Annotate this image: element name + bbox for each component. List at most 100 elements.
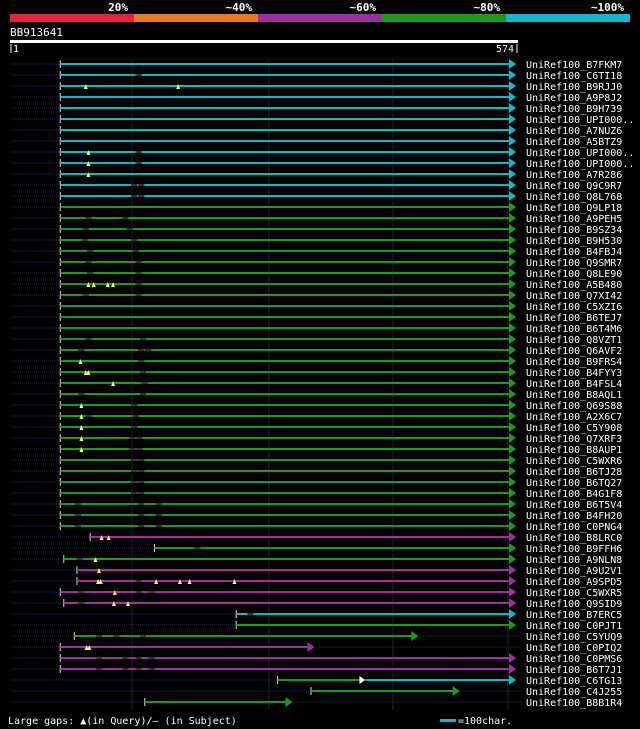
hit-row[interactable]: UniRef100_Q9LP18	[12, 202, 622, 214]
hit-label[interactable]: UniRef100_Q7XRF3	[526, 434, 622, 445]
hit-row[interactable]: UniRef100_B7FKM7	[12, 59, 622, 71]
hit-label[interactable]: UniRef100_UPI000..	[526, 115, 634, 126]
hit-row[interactable]: UniRef100_C5Y908	[12, 422, 622, 434]
hit-label[interactable]: UniRef100_C6TG13	[526, 676, 622, 687]
hit-label[interactable]: UniRef100_A9P8J2	[526, 93, 622, 104]
hit-label[interactable]: UniRef100_A9PEH5	[526, 214, 622, 225]
hit-row[interactable]: UniRef100_A9U2V1	[12, 565, 622, 577]
hit-row[interactable]: UniRef100_B4FH20	[12, 510, 622, 522]
hit-row[interactable]: UniRef100_Q69S88	[12, 400, 622, 412]
hit-label[interactable]: UniRef100_C6TI18	[526, 71, 622, 82]
hit-label[interactable]: UniRef100_Q8VZT1	[526, 335, 622, 346]
hit-label[interactable]: UniRef100_Q8L768	[526, 192, 622, 203]
hit-row[interactable]: UniRef100_A9NLN8	[12, 554, 622, 566]
hit-row[interactable]: UniRef100_Q9C9R7	[12, 180, 622, 192]
hit-label[interactable]: UniRef100_C0PIQ2	[526, 643, 622, 654]
hit-label[interactable]: UniRef100_B8B1R4	[526, 698, 622, 709]
hit-label[interactable]: UniRef100_B6T5V4	[526, 500, 622, 511]
hit-label[interactable]: UniRef100_B4G1F8	[526, 489, 622, 500]
hit-label[interactable]: UniRef100_B6T7J1	[526, 665, 622, 676]
hit-row[interactable]: UniRef100_C0PJT1	[12, 620, 622, 632]
hit-row[interactable]: UniRef100_C6TG13	[12, 675, 622, 687]
hit-label[interactable]: UniRef100_A7NUZ6	[526, 126, 622, 137]
hit-row[interactable]: UniRef100_B6TQ27	[12, 477, 622, 489]
hit-label[interactable]: UniRef100_C4J255	[526, 687, 622, 698]
hit-row[interactable]: UniRef100_B6TJ28	[12, 466, 622, 478]
hit-label[interactable]: UniRef100_C5YUQ9	[526, 632, 622, 643]
hit-row[interactable]: UniRef100_Q8VZT1	[12, 334, 622, 346]
hit-row[interactable]: UniRef100_B6T7J1	[12, 664, 622, 676]
hit-row[interactable]: UniRef100_C5XZI6	[12, 301, 622, 313]
hit-row[interactable]: UniRef100_B8LRC0	[12, 532, 622, 544]
hit-row[interactable]: UniRef100_C5YUQ9	[12, 631, 622, 643]
hit-label[interactable]: UniRef100_B4FBJ4	[526, 247, 622, 258]
hit-label[interactable]: UniRef100_B7ERC5	[526, 610, 622, 621]
hit-row[interactable]: UniRef100_A2X6C7	[12, 411, 622, 423]
hit-label[interactable]: UniRef100_B4FH20	[526, 511, 622, 522]
hit-label[interactable]: UniRef100_A2X6C7	[526, 412, 622, 423]
hit-label[interactable]: UniRef100_B9RJJ0	[526, 82, 622, 93]
hit-row[interactable]: UniRef100_C4J255	[12, 686, 622, 698]
hit-row[interactable]: UniRef100_B8B1R4	[12, 697, 622, 709]
hit-label[interactable]: UniRef100_B8AUP1	[526, 445, 622, 456]
hit-label[interactable]: UniRef100_A5BTZ9	[526, 137, 622, 148]
hit-label[interactable]: UniRef100_Q9SMR7	[526, 258, 622, 269]
hit-row[interactable]: UniRef100_B6T5V4	[12, 499, 622, 511]
hit-row[interactable]: UniRef100_Q8LE90	[12, 268, 622, 280]
hit-label[interactable]: UniRef100_A5B480	[526, 280, 622, 291]
hit-label[interactable]: UniRef100_C0PJT1	[526, 621, 622, 632]
hit-label[interactable]: UniRef100_B8AQL1	[526, 390, 622, 401]
hit-label[interactable]: UniRef100_Q9SID9	[526, 599, 622, 610]
hit-row[interactable]: UniRef100_A9SPD5	[12, 576, 622, 588]
hit-label[interactable]: UniRef100_B6TEJ7	[526, 313, 622, 324]
hit-label[interactable]: UniRef100_C0PNG4	[526, 522, 622, 533]
hit-row[interactable]: UniRef100_B4FYY3	[12, 367, 622, 379]
hit-label[interactable]: UniRef100_C5Y908	[526, 423, 622, 434]
hit-label[interactable]: UniRef100_Q7XI42	[526, 291, 622, 302]
hit-label[interactable]: UniRef100_B6T4M6	[526, 324, 622, 335]
hit-label[interactable]: UniRef100_Q8LE90	[526, 269, 622, 280]
hit-row[interactable]: UniRef100_C5WXR5	[12, 587, 622, 599]
hit-label[interactable]: UniRef100_Q9LP18	[526, 203, 622, 214]
hit-label[interactable]: UniRef100_B9FFH6	[526, 544, 622, 555]
hit-row[interactable]: UniRef100_B9H739	[12, 103, 622, 115]
hit-row[interactable]: UniRef100_B9H530	[12, 235, 622, 247]
hit-row[interactable]: UniRef100_Q9SMR7	[12, 257, 622, 269]
hit-row[interactable]: UniRef100_B4FBJ4	[12, 246, 622, 258]
hit-label[interactable]: UniRef100_Q9C9R7	[526, 181, 622, 192]
hit-row[interactable]: UniRef100_A9PEH5	[12, 213, 622, 225]
hit-label[interactable]: UniRef100_C5WXR5	[526, 588, 622, 599]
hit-row[interactable]: UniRef100_A7NUZ6	[12, 125, 622, 137]
hit-label[interactable]: UniRef100_B8LRC0	[526, 533, 622, 544]
hit-label[interactable]: UniRef100_C5XZI6	[526, 302, 622, 313]
hit-row[interactable]: UniRef100_B8AUP1	[12, 444, 622, 456]
hit-row[interactable]: UniRef100_C0PNG4	[12, 521, 622, 533]
hit-label[interactable]: UniRef100_B9SZ34	[526, 225, 622, 236]
hit-label[interactable]: UniRef100_B6TQ27	[526, 478, 622, 489]
hit-row[interactable]: UniRef100_C5WXR6	[12, 455, 622, 467]
hit-row[interactable]: UniRef100_A9P8J2	[12, 92, 622, 104]
hit-row[interactable]: UniRef100_Q6AVF2	[12, 345, 622, 357]
hit-row[interactable]: UniRef100_Q8L768	[12, 191, 622, 203]
hit-row[interactable]: UniRef100_UPI000..	[12, 147, 634, 159]
hit-label[interactable]: UniRef100_B7FKM7	[526, 60, 622, 71]
hit-row[interactable]: UniRef100_A5B480	[12, 279, 622, 291]
hit-label[interactable]: UniRef100_A9NLN8	[526, 555, 622, 566]
hit-row[interactable]: UniRef100_B9FFH6	[12, 543, 622, 555]
hit-label[interactable]: UniRef100_B4FYY3	[526, 368, 622, 379]
hit-row[interactable]: UniRef100_B7ERC5	[12, 609, 622, 621]
hit-label[interactable]: UniRef100_C0PMS6	[526, 654, 622, 665]
hit-row[interactable]: UniRef100_A7R286	[12, 169, 622, 181]
hit-row[interactable]: UniRef100_C0PMS6	[12, 653, 622, 665]
hit-row[interactable]: UniRef100_B9FRS4	[12, 356, 622, 368]
hit-row[interactable]: UniRef100_B8AQL1	[12, 389, 622, 401]
hit-row[interactable]: UniRef100_C6TI18	[12, 70, 622, 82]
hit-label[interactable]: UniRef100_B9H739	[526, 104, 622, 115]
hit-label[interactable]: UniRef100_Q6AVF2	[526, 346, 622, 357]
hit-label[interactable]: UniRef100_C5WXR6	[526, 456, 622, 467]
hit-row[interactable]: UniRef100_C0PIQ2	[12, 642, 622, 654]
hit-label[interactable]: UniRef100_A9SPD5	[526, 577, 622, 588]
hit-row[interactable]: UniRef100_B9RJJ0	[12, 81, 622, 93]
hit-row[interactable]: UniRef100_UPI000..	[12, 114, 634, 126]
hit-label[interactable]: UniRef100_UPI000..	[526, 148, 634, 159]
